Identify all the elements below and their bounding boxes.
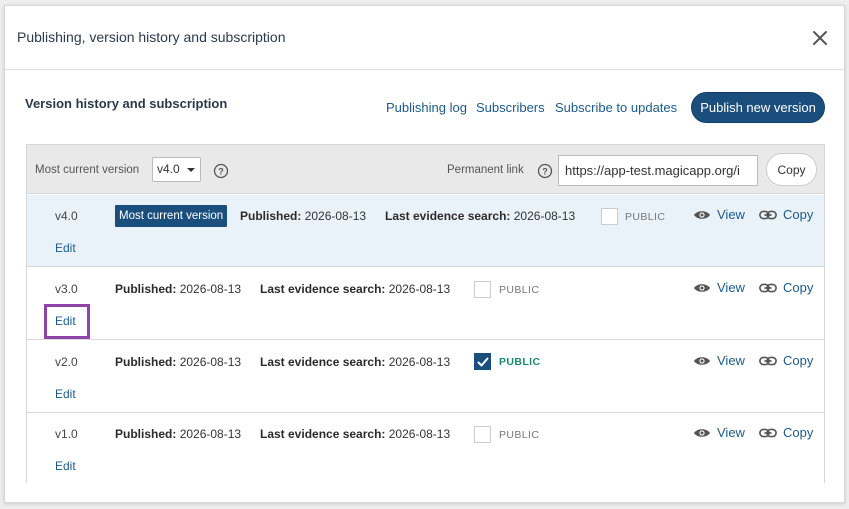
- public-checkbox[interactable]: [474, 281, 491, 298]
- version-select-value: v4.0: [157, 162, 180, 176]
- dialog-title: Publishing, version history and subscrip…: [17, 29, 286, 45]
- public-label: PUBLIC: [499, 429, 540, 441]
- copy-link-button[interactable]: Copy: [766, 153, 817, 186]
- subscribe-link[interactable]: Subscribe to updates: [555, 100, 677, 115]
- view-link[interactable]: View: [693, 353, 745, 368]
- last-search-info: Last evidence search: 2026-08-13: [260, 355, 450, 369]
- public-checkbox[interactable]: [474, 426, 491, 443]
- view-label: View: [717, 280, 745, 295]
- help-icon[interactable]: ?: [213, 163, 229, 179]
- view-link[interactable]: View: [693, 207, 745, 222]
- edit-link[interactable]: Edit: [55, 241, 76, 255]
- public-checkbox[interactable]: [474, 353, 491, 370]
- eye-icon: [694, 283, 710, 292]
- published-label: Published:: [115, 355, 177, 369]
- version-select[interactable]: v4.0: [152, 157, 201, 182]
- copy-label: Copy: [783, 425, 814, 440]
- checkmark-icon: [477, 357, 489, 367]
- published-date: 2026-08-13: [304, 209, 367, 223]
- last-search-date: 2026-08-13: [513, 209, 576, 223]
- copy-version-link[interactable]: Copy: [759, 353, 813, 368]
- view-label: View: [717, 207, 745, 222]
- view-label: View: [717, 425, 745, 440]
- last-search-info: Last evidence search: 2026-08-13: [385, 209, 575, 223]
- permanent-link-label: Permanent link: [447, 164, 524, 176]
- most-current-badge: Most current version: [115, 205, 228, 227]
- eye-icon: [694, 428, 710, 437]
- section-title: Version history and subscription: [25, 96, 228, 111]
- published-info: Published: 2026-08-13: [240, 209, 366, 223]
- published-info: Published: 2026-08-13: [115, 427, 241, 441]
- view-label: View: [717, 353, 745, 368]
- last-search-date: 2026-08-13: [388, 427, 451, 441]
- last-search-label: Last evidence search:: [260, 427, 386, 441]
- copy-label: Copy: [783, 280, 814, 295]
- version-row: v4.0 Edit Most current version Published…: [27, 195, 824, 267]
- last-search-date: 2026-08-13: [388, 355, 451, 369]
- version-table: Most current version v4.0 ? Permanent li…: [26, 144, 825, 485]
- eye-icon: [694, 210, 710, 219]
- published-label: Published:: [115, 282, 177, 296]
- help-icon[interactable]: ?: [537, 163, 553, 179]
- public-checkbox[interactable]: [601, 208, 618, 225]
- eye-icon: [694, 356, 710, 365]
- chevron-down-icon: [187, 168, 195, 172]
- publishing-log-link[interactable]: Publishing log: [386, 100, 467, 115]
- copy-label: Copy: [783, 353, 814, 368]
- published-info: Published: 2026-08-13: [115, 282, 241, 296]
- version-row: v3.0 Edit Published: 2026-08-13 Last evi…: [27, 268, 824, 340]
- version-toolbar: Most current version v4.0 ? Permanent li…: [27, 145, 824, 194]
- svg-text:?: ?: [542, 167, 548, 177]
- link-icon: [759, 428, 777, 437]
- publish-new-version-button[interactable]: Publish new version: [691, 92, 825, 123]
- close-icon[interactable]: [810, 28, 830, 48]
- edit-link[interactable]: Edit: [55, 314, 76, 328]
- permanent-link-input[interactable]: [558, 155, 758, 186]
- public-label: PUBLIC: [625, 211, 666, 223]
- copy-version-link[interactable]: Copy: [759, 280, 813, 295]
- public-label: PUBLIC: [499, 284, 540, 296]
- version-label: v4.0: [55, 209, 78, 223]
- last-search-info: Last evidence search: 2026-08-13: [260, 427, 450, 441]
- version-label: v1.0: [55, 427, 78, 441]
- link-icon: [759, 283, 777, 292]
- edit-link[interactable]: Edit: [55, 387, 76, 401]
- subscribers-link[interactable]: Subscribers: [476, 100, 545, 115]
- last-search-date: 2026-08-13: [388, 282, 451, 296]
- published-label: Published:: [240, 209, 302, 223]
- published-date: 2026-08-13: [179, 427, 242, 441]
- last-search-label: Last evidence search:: [260, 282, 386, 296]
- dialog-header: Publishing, version history and subscrip…: [5, 6, 844, 70]
- svg-text:?: ?: [218, 167, 224, 177]
- view-link[interactable]: View: [693, 280, 745, 295]
- last-search-label: Last evidence search:: [260, 355, 386, 369]
- copy-version-link[interactable]: Copy: [759, 207, 813, 222]
- link-icon: [759, 210, 777, 219]
- published-label: Published:: [115, 427, 177, 441]
- published-info: Published: 2026-08-13: [115, 355, 241, 369]
- last-search-label: Last evidence search:: [385, 209, 511, 223]
- view-link[interactable]: View: [693, 425, 745, 440]
- copy-version-link[interactable]: Copy: [759, 425, 813, 440]
- publishing-dialog: Publishing, version history and subscrip…: [4, 5, 845, 503]
- version-row: v1.0 Edit Published: 2026-08-13 Last evi…: [27, 413, 824, 485]
- last-search-info: Last evidence search: 2026-08-13: [260, 282, 450, 296]
- public-label: PUBLIC: [499, 356, 541, 368]
- link-icon: [759, 356, 777, 365]
- published-date: 2026-08-13: [179, 355, 242, 369]
- version-label: v3.0: [55, 282, 78, 296]
- copy-label: Copy: [783, 207, 814, 222]
- version-label: v2.0: [55, 355, 78, 369]
- current-version-label: Most current version: [35, 164, 140, 176]
- version-row: v2.0 Edit Published: 2026-08-13 Last evi…: [27, 341, 824, 413]
- published-date: 2026-08-13: [179, 282, 242, 296]
- edit-link[interactable]: Edit: [55, 459, 76, 473]
